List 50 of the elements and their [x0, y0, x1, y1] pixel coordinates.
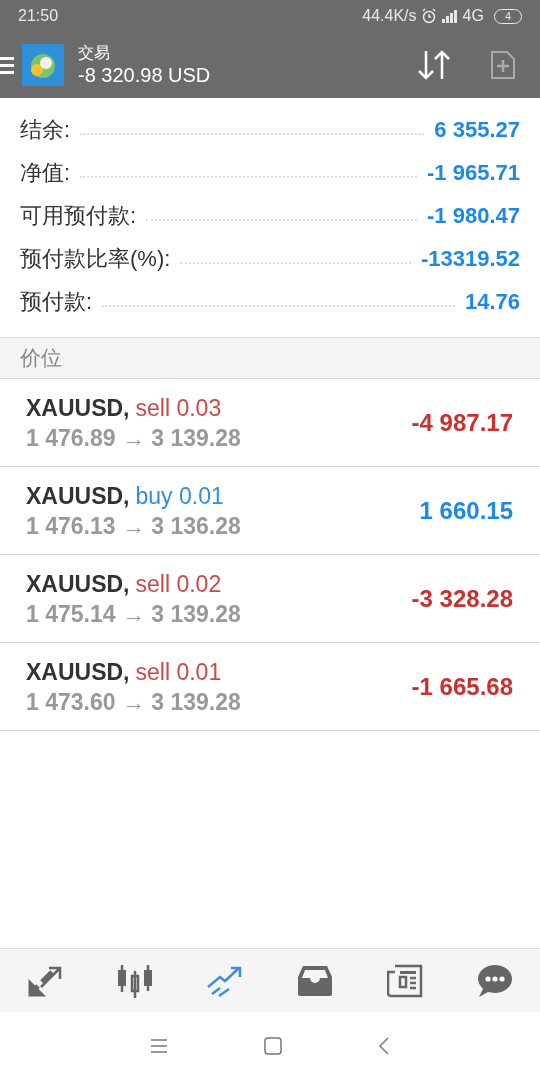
summary-label: 净值: — [20, 159, 71, 187]
position-row[interactable]: XAUUSD, sell 0.03 1 476.89 → 3 139.28 -4 987.17 — [0, 379, 540, 467]
screen-title: 交易 — [78, 43, 111, 63]
back-icon[interactable] — [378, 1037, 390, 1055]
summary-label: 预付款: — [20, 288, 93, 316]
summary-value: 6 355.27 — [434, 116, 520, 144]
symbol: XAUUSD, — [26, 481, 130, 511]
price-range: 1 473.60 → 3 139.28 — [26, 687, 242, 717]
trend-icon[interactable] — [207, 964, 243, 997]
chat-icon[interactable] — [477, 963, 513, 998]
clock: 21:50 — [18, 6, 59, 26]
summary-value: 14.76 — [464, 288, 520, 316]
candlestick-icon[interactable] — [116, 963, 154, 998]
order-type: sell 0.02 — [135, 569, 222, 599]
symbol: XAUUSD, — [26, 393, 130, 423]
summary-value: -13319.52 — [420, 245, 520, 273]
arrows-icon[interactable] — [27, 964, 63, 997]
account-profit: -8 320.98 USD — [78, 63, 211, 87]
section-title: 价位 — [20, 345, 62, 372]
app-logo-icon — [22, 44, 64, 86]
summary-value: -1 965.71 — [427, 159, 520, 187]
symbol: XAUUSD, — [26, 657, 130, 687]
position-row[interactable]: XAUUSD, sell 0.01 1 473.60 → 3 139.28 -1 665.68 — [0, 643, 540, 731]
profit-value: 1 660.15 — [419, 495, 513, 526]
home-icon[interactable] — [264, 1037, 282, 1055]
menu-icon[interactable] — [0, 55, 14, 75]
summary-label: 可用预付款: — [20, 202, 137, 230]
price-range: 1 476.89 → 3 139.28 — [26, 423, 242, 453]
newspaper-icon[interactable] — [387, 963, 423, 998]
price-range: 1 475.14 → 3 139.28 — [26, 599, 242, 629]
network-type: 4G — [462, 6, 484, 26]
summary-label: 预付款比率(%): — [20, 245, 171, 273]
recents-icon[interactable] — [150, 1039, 168, 1053]
sort-icon[interactable] — [416, 49, 452, 81]
signal-icon — [440, 9, 459, 23]
price-range: 1 476.13 → 3 136.28 — [26, 511, 242, 541]
alarm-icon — [420, 8, 437, 24]
profit-value: -1 665.68 — [411, 671, 513, 702]
symbol: XAUUSD, — [26, 569, 130, 599]
position-row[interactable]: XAUUSD, buy 0.01 1 476.13 → 3 136.28 1 660.15 — [0, 467, 540, 555]
profit-value: -4 987.17 — [411, 407, 513, 438]
order-type: buy 0.01 — [135, 481, 224, 511]
network-speed: 44.4K/s — [362, 6, 417, 26]
profit-value: -3 328.28 — [411, 583, 513, 614]
order-type: sell 0.01 — [135, 657, 222, 687]
order-type: sell 0.03 — [135, 393, 222, 423]
summary-value: -1 980.47 — [427, 202, 520, 230]
position-row[interactable]: XAUUSD, sell 0.02 1 475.14 → 3 139.28 -3 328.28 — [0, 555, 540, 643]
summary-label: 结余: — [20, 116, 71, 144]
inbox-icon[interactable] — [297, 964, 333, 997]
